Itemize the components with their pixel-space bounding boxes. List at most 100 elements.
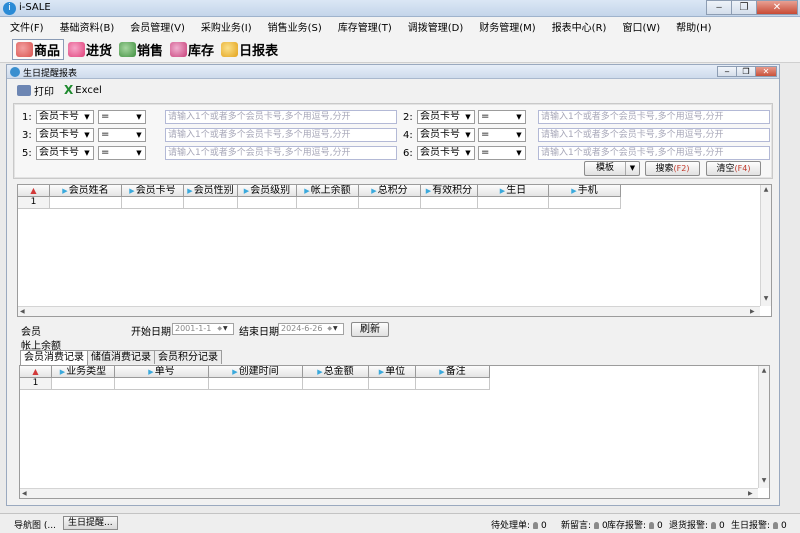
template-button[interactable]: 模板 ▼	[584, 161, 640, 176]
column-header[interactable]: ▶会员性别	[184, 185, 238, 197]
record-grid-hscroll[interactable]: ◀ ▶	[20, 488, 758, 498]
scroll-up-icon[interactable]: ▲	[762, 186, 770, 193]
print-button[interactable]: 打印	[17, 83, 54, 98]
child-close-button[interactable]: ✕	[755, 66, 777, 77]
column-header[interactable]: ▶备注	[416, 366, 490, 378]
table-cell[interactable]	[115, 378, 209, 390]
excel-button[interactable]: X Excel	[64, 83, 102, 97]
table-cell[interactable]	[359, 197, 421, 209]
scroll-left-icon[interactable]: ◀	[20, 308, 25, 315]
table-row[interactable]: 1	[20, 378, 490, 390]
table-cell[interactable]	[303, 378, 369, 390]
table-cell[interactable]	[184, 197, 238, 209]
column-header[interactable]: ▶创建时间	[209, 366, 303, 378]
spinner-icon[interactable]: ◆	[327, 324, 332, 334]
search-button[interactable]: 搜索(F2)	[645, 161, 700, 176]
toolbar-purchase-button[interactable]: 进货	[65, 39, 115, 60]
tab-member-consumption[interactable]: 会员消费记录	[20, 350, 88, 365]
grid-corner-icon[interactable]: ▲	[20, 366, 52, 378]
table-cell[interactable]	[209, 378, 303, 390]
table-row[interactable]: 1	[18, 197, 621, 209]
calendar-dropdown-icon[interactable]: ▼	[223, 324, 232, 334]
column-header[interactable]: ▶生日	[478, 185, 549, 197]
filter-value-input[interactable]: 请输入1个或者多个会员卡号,多个用逗号,分开	[538, 128, 770, 142]
filter-field-select[interactable]: 会员卡号 ▼	[36, 110, 94, 124]
table-cell[interactable]	[297, 197, 359, 209]
table-cell[interactable]	[122, 197, 184, 209]
filter-operator-select[interactable]: = ▼	[478, 128, 526, 142]
table-cell[interactable]	[421, 197, 478, 209]
column-header[interactable]: ▶会员姓名	[50, 185, 122, 197]
scroll-down-icon[interactable]: ▼	[762, 295, 770, 302]
table-cell[interactable]	[369, 378, 416, 390]
maximize-button[interactable]: ❐	[731, 0, 757, 15]
filter-field-select[interactable]: 会员卡号 ▼	[417, 128, 475, 142]
open-window-tab[interactable]: 生日提醒...	[63, 516, 118, 530]
filter-field-select[interactable]: 会员卡号 ▼	[417, 110, 475, 124]
filter-operator-select[interactable]: = ▼	[98, 110, 146, 124]
filter-field-select[interactable]: 会员卡号 ▼	[417, 146, 475, 160]
scroll-down-icon[interactable]: ▼	[760, 477, 768, 484]
menu-finance[interactable]: 财务管理(M)	[473, 19, 541, 34]
member-grid-hscroll[interactable]: ◀ ▶	[18, 306, 760, 316]
filter-operator-select[interactable]: = ▼	[98, 128, 146, 142]
menu-reports[interactable]: 报表中心(R)	[546, 19, 613, 34]
filter-operator-select[interactable]: = ▼	[98, 146, 146, 160]
toolbar-sales-button[interactable]: 销售	[116, 39, 166, 60]
filter-value-input[interactable]: 请输入1个或者多个会员卡号,多个用逗号,分开	[538, 110, 770, 124]
table-cell[interactable]	[52, 378, 115, 390]
navigation-map-tab[interactable]: 导航图 (...	[14, 518, 56, 531]
table-cell[interactable]	[50, 197, 122, 209]
menu-transfer[interactable]: 调拨管理(D)	[402, 19, 470, 34]
member-grid-vscroll[interactable]: ▲ ▼	[760, 185, 771, 306]
column-header[interactable]: ▶帐上余额	[297, 185, 359, 197]
calendar-dropdown-icon[interactable]: ▼	[333, 324, 342, 334]
filter-value-input[interactable]: 请输入1个或者多个会员卡号,多个用逗号,分开	[165, 146, 397, 160]
column-header[interactable]: ▶会员级别	[238, 185, 297, 197]
filter-field-select[interactable]: 会员卡号 ▼	[36, 128, 94, 142]
start-date-input[interactable]: 2001-1-1 ◆ ▼	[172, 323, 234, 335]
column-header[interactable]: ▶总金额	[303, 366, 369, 378]
scroll-right-icon[interactable]: ▶	[750, 308, 755, 315]
scroll-left-icon[interactable]: ◀	[22, 490, 27, 497]
filter-value-input[interactable]: 请输入1个或者多个会员卡号,多个用逗号,分开	[165, 128, 397, 142]
menu-inventory[interactable]: 库存管理(T)	[332, 19, 398, 34]
filter-operator-select[interactable]: = ▼	[478, 146, 526, 160]
table-cell[interactable]	[478, 197, 549, 209]
table-cell[interactable]	[549, 197, 621, 209]
filter-operator-select[interactable]: = ▼	[478, 110, 526, 124]
column-header[interactable]: ▶会员卡号	[122, 185, 184, 197]
menu-basic-data[interactable]: 基础资料(B)	[54, 19, 121, 34]
end-date-input[interactable]: 2024-6-26 ◆ ▼	[278, 323, 344, 335]
clear-button[interactable]: 清空(F4)	[706, 161, 761, 176]
menu-member[interactable]: 会员管理(V)	[124, 19, 191, 34]
table-cell[interactable]	[416, 378, 490, 390]
column-header[interactable]: ▶手机	[549, 185, 621, 197]
column-header[interactable]: ▶单位	[369, 366, 416, 378]
toolbar-goods-button[interactable]: 商品	[12, 38, 65, 60]
toolbar-daily-report-button[interactable]: 日报表	[218, 39, 281, 60]
record-grid-vscroll[interactable]: ▲ ▼	[758, 366, 769, 488]
column-header[interactable]: ▶单号	[115, 366, 209, 378]
column-header[interactable]: ▶有效积分	[421, 185, 478, 197]
scroll-right-icon[interactable]: ▶	[748, 490, 753, 497]
minimize-button[interactable]: ‒	[706, 0, 732, 15]
toolbar-inventory-button[interactable]: 库存	[167, 39, 217, 60]
table-cell[interactable]	[238, 197, 297, 209]
scroll-up-icon[interactable]: ▲	[760, 367, 768, 374]
close-button[interactable]: ✕	[756, 0, 798, 15]
column-header[interactable]: ▶业务类型	[52, 366, 115, 378]
filter-value-input[interactable]: 请输入1个或者多个会员卡号,多个用逗号,分开	[538, 146, 770, 160]
menu-file[interactable]: 文件(F)	[4, 19, 50, 34]
spinner-icon[interactable]: ◆	[217, 324, 222, 334]
child-restore-button[interactable]: ❐	[736, 66, 756, 77]
menu-purchase[interactable]: 采购业务(I)	[195, 19, 258, 34]
refresh-button[interactable]: 刷新	[351, 322, 389, 337]
tab-stored-value-consumption[interactable]: 储值消费记录	[87, 350, 155, 364]
menu-sales[interactable]: 销售业务(S)	[262, 19, 328, 34]
menu-help[interactable]: 帮助(H)	[670, 19, 717, 34]
grid-corner-icon[interactable]: ▲	[18, 185, 50, 197]
tab-member-points[interactable]: 会员积分记录	[154, 350, 222, 364]
filter-value-input[interactable]: 请输入1个或者多个会员卡号,多个用逗号,分开	[165, 110, 397, 124]
filter-field-select[interactable]: 会员卡号 ▼	[36, 146, 94, 160]
